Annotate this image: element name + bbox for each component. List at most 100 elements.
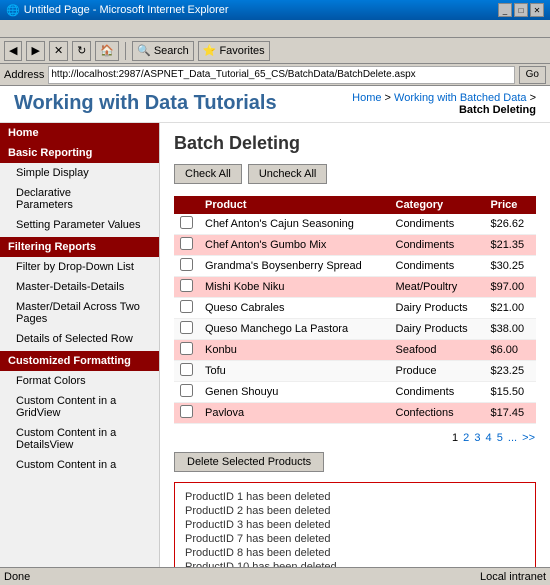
table-row: KonbuSeafood$6.00 xyxy=(174,340,536,361)
row-checkbox-6[interactable] xyxy=(180,342,193,355)
cell-product-3: Mishi Kobe Niku xyxy=(199,277,390,298)
table-row: Grandma's Boysenberry SpreadCondiments$3… xyxy=(174,256,536,277)
stop-button[interactable]: ✕ xyxy=(49,41,68,61)
sidebar-item-custom-content-gridview[interactable]: Custom Content in a GridView xyxy=(0,391,159,423)
action-buttons-row: Check All Uncheck All xyxy=(174,164,536,184)
table-row: TofuProduce$23.25 xyxy=(174,361,536,382)
status-bar: Done Local intranet xyxy=(0,567,550,585)
products-table: Product Category Price Chef Anton's Caju… xyxy=(174,196,536,424)
sidebar-item-filter-dropdown[interactable]: Filter by Drop-Down List xyxy=(0,257,159,277)
deleted-message-0: ProductID 1 has been deleted xyxy=(185,491,525,503)
menu-bar xyxy=(0,20,550,38)
search-button[interactable]: 🔍 Search xyxy=(132,41,194,61)
sidebar-item-master-detail-two-pages[interactable]: Master/Detail Across Two Pages xyxy=(0,297,159,329)
delete-selected-button[interactable]: Delete Selected Products xyxy=(174,452,324,472)
page-link-2[interactable]: 2 xyxy=(463,432,469,444)
table-row: Chef Anton's Gumbo MixCondiments$21.35 xyxy=(174,235,536,256)
row-checkbox-9[interactable] xyxy=(180,405,193,418)
cell-price-8: $15.50 xyxy=(484,382,536,403)
page-link-3[interactable]: 3 xyxy=(474,432,480,444)
forward-button[interactable]: ▶ xyxy=(26,41,44,61)
browser-icon: 🌐 xyxy=(6,4,20,17)
cell-product-1: Chef Anton's Gumbo Mix xyxy=(199,235,390,256)
sidebar-section-customized-formatting[interactable]: Customized Formatting xyxy=(0,351,159,371)
row-checkbox-7[interactable] xyxy=(180,363,193,376)
table-row: Genen ShouyuCondiments$15.50 xyxy=(174,382,536,403)
check-all-button[interactable]: Check All xyxy=(174,164,242,184)
close-button[interactable]: ✕ xyxy=(530,3,544,17)
favorites-button[interactable]: ⭐ Favorites xyxy=(198,41,270,61)
sidebar-section-basic-reporting[interactable]: Basic Reporting xyxy=(0,143,159,163)
deleted-message-3: ProductID 7 has been deleted xyxy=(185,533,525,545)
minimize-button[interactable]: _ xyxy=(498,3,512,17)
row-checkbox-8[interactable] xyxy=(180,384,193,397)
site-title: Working with Data Tutorials xyxy=(14,92,277,115)
sidebar-item-declarative-parameters[interactable]: DeclarativeParameters xyxy=(0,183,159,215)
cell-product-4: Queso Cabrales xyxy=(199,298,390,319)
page-title: Batch Deleting xyxy=(174,133,536,154)
cell-product-7: Tofu xyxy=(199,361,390,382)
row-checkbox-2[interactable] xyxy=(180,258,193,271)
breadcrumb-home[interactable]: Home xyxy=(352,92,381,104)
home-button[interactable]: 🏠 xyxy=(95,41,119,61)
title-bar-text: Untitled Page - Microsoft Internet Explo… xyxy=(24,4,229,16)
sidebar-item-custom-content-other[interactable]: Custom Content in a xyxy=(0,455,159,475)
row-checkbox-5[interactable] xyxy=(180,321,193,334)
cell-category-0: Condiments xyxy=(390,214,485,235)
cell-category-1: Condiments xyxy=(390,235,485,256)
cell-price-3: $97.00 xyxy=(484,277,536,298)
sidebar: Home Basic Reporting Simple Display Decl… xyxy=(0,123,160,585)
row-checkbox-1[interactable] xyxy=(180,237,193,250)
uncheck-all-button[interactable]: Uncheck All xyxy=(248,164,327,184)
title-bar-controls[interactable]: _ □ ✕ xyxy=(498,3,544,17)
cell-product-5: Queso Manchego La Pastora xyxy=(199,319,390,340)
sidebar-home[interactable]: Home xyxy=(0,123,159,143)
sidebar-section-filtering-reports[interactable]: Filtering Reports xyxy=(0,237,159,257)
table-row: Chef Anton's Cajun SeasoningCondiments$2… xyxy=(174,214,536,235)
row-checkbox-3[interactable] xyxy=(180,279,193,292)
page-link-5[interactable]: 5 xyxy=(497,432,503,444)
col-header-checkbox xyxy=(174,196,199,214)
page-link-4[interactable]: 4 xyxy=(486,432,492,444)
sidebar-item-details-selected-row[interactable]: Details of Selected Row xyxy=(0,329,159,349)
cell-category-2: Condiments xyxy=(390,256,485,277)
cell-category-4: Dairy Products xyxy=(390,298,485,319)
cell-category-3: Meat/Poultry xyxy=(390,277,485,298)
row-checkbox-4[interactable] xyxy=(180,300,193,313)
address-bar: Address Go xyxy=(0,64,550,86)
content-area: Home Basic Reporting Simple Display Decl… xyxy=(0,123,550,585)
go-button[interactable]: Go xyxy=(519,66,546,84)
page-header: Working with Data Tutorials Home > Worki… xyxy=(0,86,550,123)
cell-product-9: Pavlova xyxy=(199,403,390,424)
cell-category-8: Condiments xyxy=(390,382,485,403)
delete-button-row: Delete Selected Products xyxy=(174,452,536,472)
maximize-button[interactable]: □ xyxy=(514,3,528,17)
toolbar-separator xyxy=(125,42,126,60)
page-link-ellipsis[interactable]: ... xyxy=(508,432,517,444)
cell-price-4: $21.00 xyxy=(484,298,536,319)
breadcrumb-parent[interactable]: Working with Batched Data xyxy=(394,92,526,104)
cell-price-7: $23.25 xyxy=(484,361,536,382)
table-row: Mishi Kobe NikuMeat/Poultry$97.00 xyxy=(174,277,536,298)
sidebar-item-setting-parameter-values[interactable]: Setting Parameter Values xyxy=(0,215,159,235)
sidebar-item-simple-display[interactable]: Simple Display xyxy=(0,163,159,183)
main-wrapper: Working with Data Tutorials Home > Worki… xyxy=(0,86,550,585)
address-input[interactable] xyxy=(48,66,514,84)
sidebar-item-master-details[interactable]: Master-Details-Details xyxy=(0,277,159,297)
table-row: Queso Manchego La PastoraDairy Products$… xyxy=(174,319,536,340)
cell-product-8: Genen Shouyu xyxy=(199,382,390,403)
cell-category-6: Seafood xyxy=(390,340,485,361)
page-number-1: 1 xyxy=(452,432,458,444)
col-header-price: Price xyxy=(484,196,536,214)
row-checkbox-0[interactable] xyxy=(180,216,193,229)
cell-price-5: $38.00 xyxy=(484,319,536,340)
title-bar: 🌐 Untitled Page - Microsoft Internet Exp… xyxy=(0,0,550,20)
col-header-product: Product xyxy=(199,196,390,214)
pagination: 1 2 3 4 5 ... >> xyxy=(174,432,536,444)
page-link-next[interactable]: >> xyxy=(522,432,535,444)
sidebar-item-format-colors[interactable]: Format Colors xyxy=(0,371,159,391)
cell-category-9: Confections xyxy=(390,403,485,424)
back-button[interactable]: ◀ xyxy=(4,41,22,61)
sidebar-item-custom-content-detailsview[interactable]: Custom Content in a DetailsView xyxy=(0,423,159,455)
refresh-button[interactable]: ↻ xyxy=(72,41,91,61)
